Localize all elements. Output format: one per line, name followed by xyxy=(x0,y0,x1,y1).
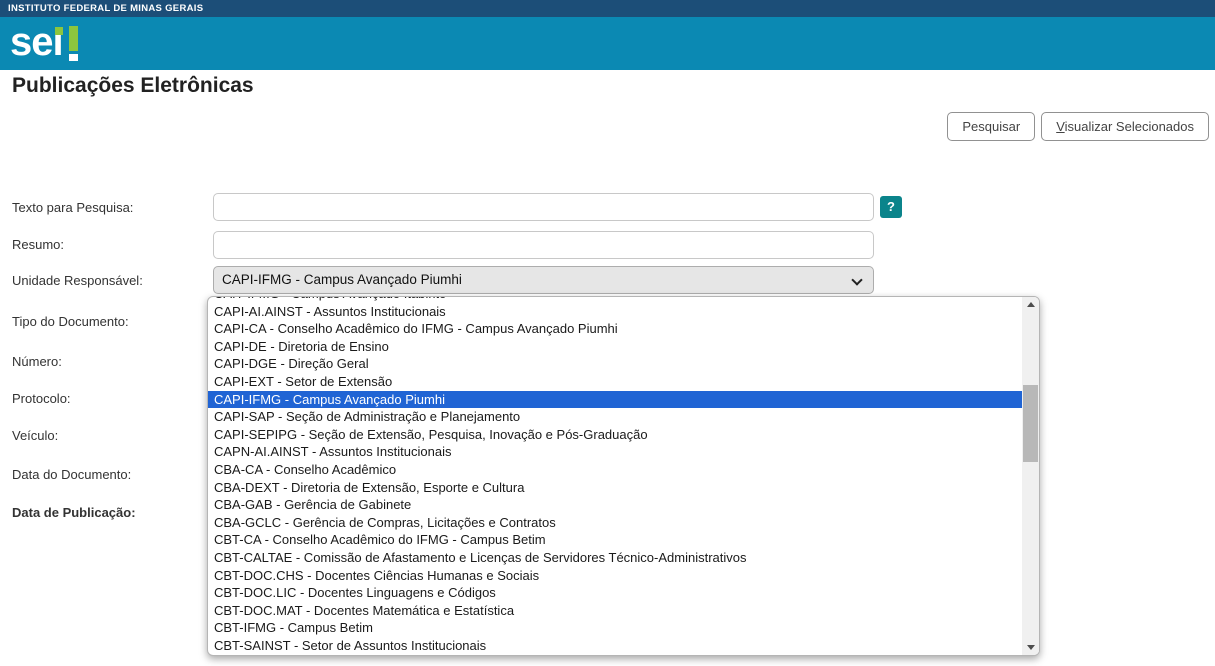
label-resumo: Resumo: xyxy=(12,237,64,252)
scroll-down-button[interactable] xyxy=(1022,640,1039,655)
sei-logo-i-dot xyxy=(55,27,63,35)
sei-logo: seı xyxy=(10,20,100,66)
dropdown-option[interactable]: CAPI-IFMG - Campus Avançado Piumhi xyxy=(208,391,1024,409)
dropdown-options: CAIT-IFMG - Campus Avançado ItabiritoCAP… xyxy=(208,297,1024,655)
dropdown-option[interactable]: CBT-DOC.MAT - Docentes Matemática e Esta… xyxy=(208,602,1024,620)
dropdown-option[interactable]: CBT-CA - Conselho Acadêmico do IFMG - Ca… xyxy=(208,531,1024,549)
dropdown-option[interactable]: CAPI-AI.AINST - Assuntos Institucionais xyxy=(208,303,1024,321)
sei-logo-exclamation-icon xyxy=(69,26,78,51)
label-texto-para-pesquisa: Texto para Pesquisa: xyxy=(12,200,133,215)
dropdown-option[interactable]: CAPI-EXT - Setor de Extensão xyxy=(208,373,1024,391)
dropdown-option[interactable]: CAPI-SEPIPG - Seção de Extensão, Pesquis… xyxy=(208,426,1024,444)
label-data-de-publicacao: Data de Publicação: xyxy=(12,505,136,520)
dropdown-option[interactable]: CAPI-DE - Diretoria de Ensino xyxy=(208,338,1024,356)
dropdown-option[interactable]: CAPN-AI.AINST - Assuntos Institucionais xyxy=(208,443,1024,461)
scroll-up-button[interactable] xyxy=(1022,297,1039,312)
label-numero: Número: xyxy=(12,354,62,369)
dropdown-option[interactable]: CBT-IFMG - Campus Betim xyxy=(208,619,1024,637)
dropdown-option[interactable]: CBT-CALTAE - Comissão de Afastamento e L… xyxy=(208,549,1024,567)
dropdown-option[interactable]: CBT-DOC.CHS - Docentes Ciências Humanas … xyxy=(208,567,1024,585)
unidade-responsavel-select[interactable]: CAPI-IFMG - Campus Avançado Piumhi xyxy=(213,266,874,294)
dropdown-option[interactable]: CBT-DOC.LIC - Docentes Linguagens e Códi… xyxy=(208,584,1024,602)
label-protocolo: Protocolo: xyxy=(12,391,71,406)
unidade-responsavel-dropdown: CAIT-IFMG - Campus Avançado ItabiritoCAP… xyxy=(207,296,1040,656)
label-veiculo: Veículo: xyxy=(12,428,58,443)
org-bar: INSTITUTO FEDERAL DE MINAS GERAIS xyxy=(0,0,1215,17)
help-icon[interactable]: ? xyxy=(880,196,902,218)
toolbar: Pesquisar Visualizar Selecionados xyxy=(947,112,1209,141)
chevron-down-icon xyxy=(851,274,862,285)
org-name: INSTITUTO FEDERAL DE MINAS GERAIS xyxy=(8,3,203,14)
dropdown-option[interactable]: CAPI-DGE - Direção Geral xyxy=(208,355,1024,373)
dropdown-option[interactable]: CBA-DEXT - Diretoria de Extensão, Esport… xyxy=(208,479,1024,497)
dropdown-option[interactable]: CBA-GAB - Gerência de Gabinete xyxy=(208,496,1024,514)
triangle-down-icon xyxy=(1027,645,1035,650)
dropdown-option[interactable]: CBA-CA - Conselho Acadêmico xyxy=(208,461,1024,479)
pesquisar-button[interactable]: Pesquisar xyxy=(947,112,1035,141)
texto-para-pesquisa-input[interactable] xyxy=(213,193,874,221)
dropdown-option[interactable]: CBT-SAINST - Setor de Assuntos Instituci… xyxy=(208,637,1024,655)
page-title: Publicações Eletrônicas xyxy=(12,74,254,98)
triangle-up-icon xyxy=(1027,302,1035,307)
dropdown-option[interactable]: CAPI-CA - Conselho Acadêmico do IFMG - C… xyxy=(208,320,1024,338)
label-unidade-responsavel: Unidade Responsável: xyxy=(12,273,143,288)
visualizar-selecionados-button[interactable]: Visualizar Selecionados xyxy=(1041,112,1209,141)
label-tipo-do-documento: Tipo do Documento: xyxy=(12,314,129,329)
publicacoes-eletronicas-page: INSTITUTO FEDERAL DE MINAS GERAIS seı Pu… xyxy=(0,0,1215,666)
label-data-do-documento: Data do Documento: xyxy=(12,467,131,482)
resumo-input[interactable] xyxy=(213,231,874,259)
app-header: seı xyxy=(0,17,1215,70)
dropdown-scrollbar[interactable] xyxy=(1022,297,1039,655)
sei-logo-exclamation-dot xyxy=(69,54,78,61)
selected-option-text: CAPI-IFMG - Campus Avançado Piumhi xyxy=(222,272,462,287)
dropdown-option[interactable]: CAPI-SAP - Seção de Administração e Plan… xyxy=(208,408,1024,426)
dropdown-option[interactable]: CBA-GCLC - Gerência de Compras, Licitaçõ… xyxy=(208,514,1024,532)
scrollbar-thumb[interactable] xyxy=(1023,385,1038,462)
